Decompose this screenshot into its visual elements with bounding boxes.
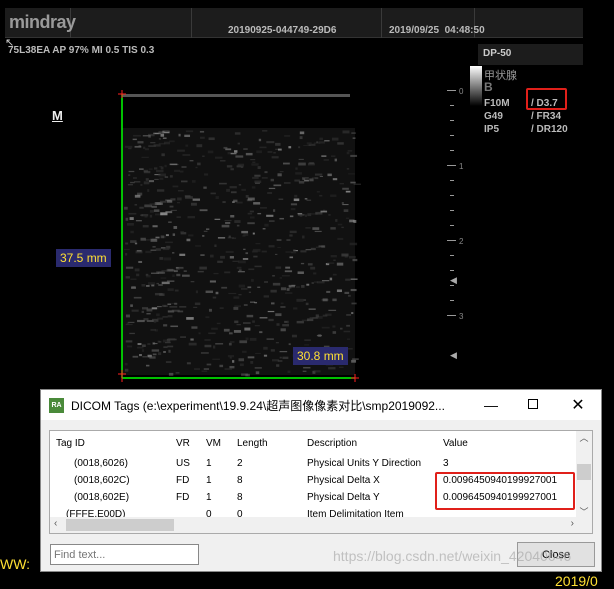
window-width-label: WW: (0, 556, 31, 572)
table-cell: 1 (206, 458, 212, 469)
scroll-right-icon[interactable]: › (571, 518, 574, 529)
horizontal-scrollbar[interactable]: ‹ › (50, 517, 592, 533)
scroll-thumb[interactable] (66, 519, 174, 531)
maximize-button[interactable] (511, 398, 555, 412)
app-icon: RA (49, 397, 64, 413)
watermark: https://blog.csdn.net/weixin_42040046 (333, 548, 572, 564)
column-header[interactable]: Value (443, 438, 468, 449)
table-cell: 8 (237, 475, 243, 486)
table-cell: (0018,602E) (74, 492, 130, 503)
scroll-thumb[interactable] (577, 464, 591, 480)
column-header[interactable]: Tag ID (56, 438, 85, 449)
scroll-up-icon[interactable]: ︿ (576, 431, 592, 444)
horizontal-measurement: 30.8 mm (293, 347, 348, 365)
maximize-icon (528, 399, 538, 409)
minimize-button[interactable]: — (471, 397, 511, 413)
column-header[interactable]: Length (237, 438, 268, 449)
scroll-left-icon[interactable]: ‹ (54, 518, 57, 529)
table-cell: FD (176, 492, 190, 503)
close-window-button[interactable]: ✕ (555, 395, 601, 415)
date-partial: 2019/0 (555, 573, 598, 589)
table-cell: 3 (443, 458, 449, 469)
vertical-measurement: 37.5 mm (56, 249, 111, 267)
table-cell: 1 (206, 492, 212, 503)
table-cell: (0018,6026) (74, 458, 128, 469)
column-header[interactable]: Description (307, 438, 357, 449)
table-cell: 2 (237, 458, 243, 469)
highlight-box (435, 472, 575, 510)
table-cell: Physical Units Y Direction (307, 458, 422, 469)
dialog-title: DICOM Tags (e:\experiment\19.9.24\超声图像像素… (71, 398, 445, 413)
table-cell: US (176, 458, 190, 469)
column-header[interactable]: VR (176, 438, 190, 449)
dicom-tags-dialog: RA DICOM Tags (e:\experiment\19.9.24\超声图… (40, 389, 602, 572)
table-cell: 1 (206, 475, 212, 486)
table-cell: 8 (237, 492, 243, 503)
vertical-scrollbar[interactable]: ︿ ﹀ (576, 431, 592, 518)
table-cell: FD (176, 475, 190, 486)
table-cell: Physical Delta Y (307, 492, 380, 503)
table-cell: (0018,602C) (74, 475, 130, 486)
table-cell: Physical Delta X (307, 475, 380, 486)
find-text-input[interactable] (50, 544, 199, 565)
dialog-title-bar: RA DICOM Tags (e:\experiment\19.9.24\超声图… (41, 390, 601, 420)
column-header[interactable]: VM (206, 438, 221, 449)
